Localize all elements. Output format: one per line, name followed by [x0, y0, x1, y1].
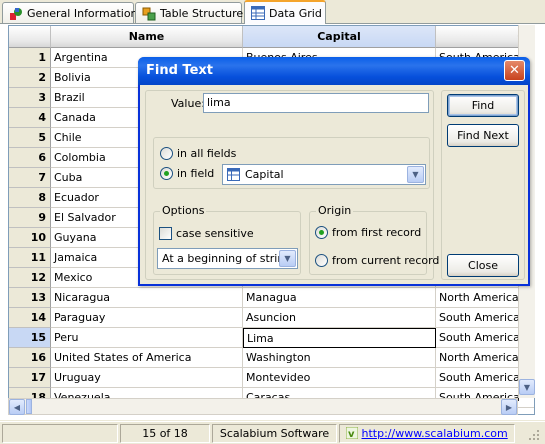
in-field-radio[interactable] [160, 167, 173, 180]
close-button[interactable]: Close [447, 254, 519, 277]
size-grip-icon[interactable] [517, 424, 543, 443]
cell-capital[interactable]: Lima [243, 328, 436, 348]
tab-bar: General Information Table Structure Data… [0, 0, 545, 24]
table-row[interactable]: 16 United States of America Washington Nort… [9, 348, 534, 368]
cell-name[interactable]: Paraguay [51, 308, 243, 328]
origin-label: Origin [316, 204, 354, 217]
field-grid-icon [227, 168, 240, 184]
website-pane: v http://www.scalabium.com [339, 424, 515, 443]
website-link[interactable]: http://www.scalabium.com [362, 427, 508, 440]
grid-corner [9, 26, 51, 48]
row-number: 5 [9, 128, 51, 148]
tab-label: General Information [27, 7, 138, 20]
dialog-title: Find Text [146, 63, 213, 78]
close-icon[interactable]: ✕ [504, 60, 525, 81]
field-select[interactable]: Capital ▼ [222, 164, 426, 185]
row-number: 15 [9, 328, 51, 348]
cell-name[interactable]: Nicaragua [51, 288, 243, 308]
cell-capital[interactable]: Washington [243, 348, 436, 368]
row-number: 8 [9, 188, 51, 208]
in-all-fields-radio[interactable] [160, 147, 173, 160]
table-row[interactable]: 14 Paraguay Asuncion South America [9, 308, 534, 328]
cell-name[interactable]: United States of America [51, 348, 243, 368]
scroll-left-icon[interactable]: ◀ [9, 399, 25, 415]
row-number: 9 [9, 208, 51, 228]
value-input[interactable]: lima [203, 93, 429, 113]
cell-name[interactable]: Peru [51, 328, 243, 348]
chevron-down-icon[interactable]: ▼ [279, 250, 296, 267]
row-number: 10 [9, 228, 51, 248]
status-pane-empty [2, 424, 118, 443]
table-row[interactable]: 13 Nicaragua Managua North America [9, 288, 534, 308]
row-number: 6 [9, 148, 51, 168]
scroll-thumb[interactable] [26, 399, 32, 414]
horizontal-scrollbar[interactable]: ◀ ▶ [8, 398, 518, 415]
match-select[interactable]: At a beginning of string ▼ [157, 248, 298, 269]
find-next-button[interactable]: Find Next [447, 124, 519, 147]
tab-label: Data Grid [269, 6, 322, 20]
table-structure-icon [142, 7, 156, 21]
grid-icon [251, 6, 265, 20]
column-header-capital[interactable]: Capital [243, 26, 436, 48]
table-row[interactable]: 15 Peru Lima South America [9, 328, 534, 348]
find-text-dialog: Find Text ✕ Value: lima in all fields in… [138, 57, 530, 286]
row-number: 13 [9, 288, 51, 308]
status-bar: 15 of 18 Scalabium Software v http://www… [0, 421, 545, 443]
scroll-right-icon[interactable]: ▶ [501, 399, 517, 415]
table-row[interactable]: 17 Uruguay Montevideo South America [9, 368, 534, 388]
row-number: 1 [9, 48, 51, 68]
find-button[interactable]: Find [447, 94, 519, 117]
svg-text:v: v [348, 429, 355, 439]
row-number: 12 [9, 268, 51, 288]
row-number: 11 [9, 248, 51, 268]
column-header-name[interactable]: Name [51, 26, 243, 48]
database-shapes-icon [9, 7, 23, 21]
row-number: 2 [9, 68, 51, 88]
from-current-record-label: from current record [332, 254, 440, 267]
chevron-down-icon[interactable]: ▼ [407, 166, 424, 183]
tab-data-grid[interactable]: Data Grid [244, 0, 326, 24]
options-label: Options [160, 204, 207, 217]
cell-capital[interactable]: Managua [243, 288, 436, 308]
from-current-record-radio[interactable] [315, 254, 328, 267]
field-select-value: Capital [245, 168, 284, 181]
tab-general-information[interactable]: General Information [2, 2, 138, 24]
row-number: 7 [9, 168, 51, 188]
record-counter: 15 of 18 [120, 424, 210, 443]
cell-capital[interactable]: Asuncion [243, 308, 436, 328]
value-label: Value: [171, 97, 205, 110]
button-panel [441, 90, 525, 280]
dialog-title-bar[interactable]: Find Text ✕ [138, 57, 530, 85]
scalabium-logo-icon: v [345, 426, 359, 440]
cell-capital[interactable]: Montevideo [243, 368, 436, 388]
row-number: 17 [9, 368, 51, 388]
case-sensitive-label: case sensitive [176, 227, 254, 240]
match-select-value: At a beginning of string [162, 252, 292, 265]
from-first-record-label: from first record [332, 226, 422, 239]
row-number: 14 [9, 308, 51, 328]
company-name: Scalabium Software [212, 424, 337, 443]
row-number: 16 [9, 348, 51, 368]
scroll-down-icon[interactable]: ▼ [519, 379, 535, 395]
from-first-record-radio[interactable] [315, 226, 328, 239]
tab-label: Table Structure [160, 7, 244, 20]
in-all-fields-label: in all fields [177, 147, 237, 160]
row-number: 4 [9, 108, 51, 128]
in-field-label: in field [177, 167, 215, 180]
case-sensitive-checkbox[interactable] [159, 227, 172, 240]
row-number: 3 [9, 88, 51, 108]
tab-table-structure[interactable]: Table Structure [135, 2, 244, 24]
cell-name[interactable]: Uruguay [51, 368, 243, 388]
